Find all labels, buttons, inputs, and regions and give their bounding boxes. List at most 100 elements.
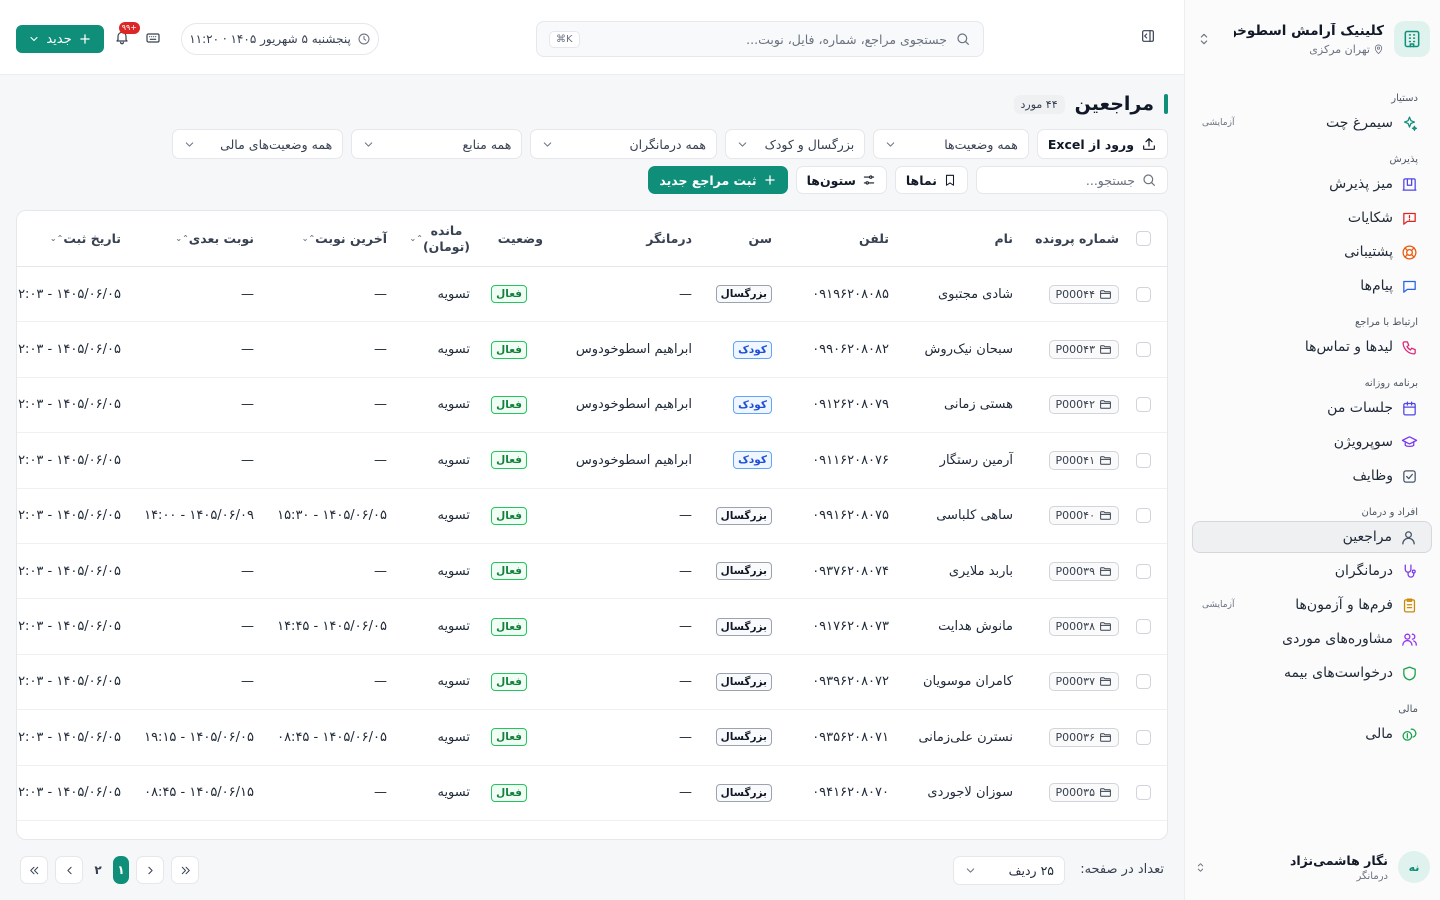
table-row[interactable]: P000۴۲ هستی زمانی ۰۹۱۲۶۲۰۸۰۷۹ کودک ابراهیم ا… <box>17 378 1167 434</box>
age-filter[interactable]: بزرگسال و کودک <box>725 129 866 159</box>
row-checkbox[interactable] <box>1136 729 1151 745</box>
sort-icon: ⌃⌄ <box>409 234 423 243</box>
page-1-button[interactable]: ۱ <box>113 856 129 884</box>
table-row[interactable]: P000۴۴ شادی مجتبوی ۰۹۱۹۶۲۰۸۰۸۵ بزرگسال — فعال… <box>17 267 1167 323</box>
import-excel-button[interactable]: ورود از Excel <box>1036 129 1168 159</box>
file-number-badge[interactable]: P000۳۸ <box>1048 617 1119 637</box>
sidebar-item-supervision[interactable]: سوپرویژن <box>1192 426 1432 458</box>
cell-name[interactable]: شادی مجتبوی <box>938 267 1013 321</box>
cell-name[interactable]: سبحان نیک‌روش <box>925 322 1013 376</box>
cell-age: بزرگسال <box>715 489 772 543</box>
row-checkbox[interactable] <box>1136 785 1151 801</box>
col-next-appointment[interactable]: نوبت بعدی ⌃⌄ <box>171 211 254 266</box>
status-filter[interactable]: همه وضعیت‌ها <box>873 129 1029 159</box>
global-search-input[interactable] <box>587 31 947 47</box>
cell-name[interactable]: کامران موسویان <box>923 655 1013 709</box>
cell-name[interactable]: هستی زمانی <box>944 378 1013 432</box>
row-checkbox[interactable] <box>1136 342 1151 358</box>
table-search[interactable] <box>976 166 1168 194</box>
user-menu[interactable]: نه نگار هاشمی‌نژاد درمانگر <box>1194 848 1430 886</box>
row-checkbox[interactable] <box>1136 619 1151 635</box>
file-number-badge[interactable]: P000۳۹ <box>1048 561 1119 581</box>
select-all-checkbox[interactable] <box>1136 231 1151 246</box>
sidebar-item-complaints[interactable]: شکایات <box>1192 202 1432 234</box>
cell-name[interactable]: نسترن علی‌زمانی <box>918 710 1013 764</box>
col-name[interactable]: نام <box>994 211 1013 266</box>
last-page-button[interactable] <box>20 856 48 884</box>
row-checkbox[interactable] <box>1136 452 1151 468</box>
table-row[interactable]: P000۳۶ نسترن علی‌زمانی ۰۹۳۵۶۲۰۸۰۷۱ بزرگسال —… <box>17 710 1167 766</box>
notifications-button[interactable]: ۹۹+ <box>114 22 140 45</box>
sidebar-item-finance[interactable]: مالی <box>1192 718 1432 750</box>
new-button[interactable]: جدید <box>16 25 104 53</box>
sidebar-item-case-consults[interactable]: مشاوره‌های موردی <box>1192 623 1432 655</box>
sidebar-item-therapists[interactable]: درمانگران <box>1192 555 1432 587</box>
file-number-badge[interactable]: P000۳۵ <box>1048 783 1119 803</box>
sidebar-item-label: فرم‌ها و آزمون‌ها <box>1295 597 1393 613</box>
next-page-button[interactable] <box>55 856 83 884</box>
sidebar-item-leads[interactable]: لیدها و تماس‌ها <box>1192 331 1432 363</box>
file-number-badge[interactable]: P000۴۳ <box>1048 340 1119 360</box>
therapist-filter[interactable]: همه درمانگران <box>530 129 718 159</box>
row-checkbox[interactable] <box>1136 286 1151 302</box>
views-button[interactable]: نماها <box>894 166 968 194</box>
clients-table: شماره پرونده نام تلفن سن درمانگر وضعیت م… <box>16 210 1168 840</box>
sidebar-item-clients[interactable]: مراجعین <box>1192 521 1432 553</box>
sidebar-item-my-sessions[interactable]: جلسات من <box>1192 392 1432 424</box>
keyboard-icon[interactable] <box>145 30 161 46</box>
cell-name[interactable]: سوزان لاجوردی <box>927 766 1013 820</box>
per-page-value: ۲۵ ردیف <box>1008 863 1054 878</box>
cell-name[interactable]: مانوش هدایت <box>938 599 1013 653</box>
sidebar-item-insurance[interactable]: درخواست‌های بیمه <box>1192 657 1432 689</box>
sidebar-item-support[interactable]: پشتیبانی <box>1192 236 1432 268</box>
row-checkbox[interactable] <box>1136 397 1151 413</box>
page-2-button[interactable]: ۲ <box>90 856 106 884</box>
file-number: P000۳۷ <box>1055 675 1095 689</box>
file-number: P000۴۱ <box>1055 453 1095 467</box>
cell-name[interactable]: آرمین رستگار <box>940 433 1013 487</box>
table-row[interactable]: P000۳۸ مانوش هدایت ۰۹۱۷۶۲۰۸۰۷۳ بزرگسال — فعال… <box>17 599 1167 655</box>
sidebar-item-forms[interactable]: فرم‌ها و آزمون‌ها آزمایشی <box>1192 589 1432 621</box>
sidebar-item-messages[interactable]: پیام‌ها <box>1192 270 1432 302</box>
file-number-badge[interactable]: P000۳۶ <box>1048 727 1119 747</box>
table-row[interactable]: P000۴۱ آرمین رستگار ۰۹۱۱۶۲۰۸۰۷۶ کودک ابراهیم… <box>17 433 1167 489</box>
table-row[interactable]: P000۳۵ سوزان لاجوردی ۰۹۴۱۶۲۰۸۰۷۰ بزرگسال — فع… <box>17 766 1167 821</box>
clinic-switcher[interactable]: کلینیک آرامش اسطوخو... تهران مرکزی <box>1194 20 1430 58</box>
source-filter[interactable]: همه منابع <box>351 129 523 159</box>
global-search[interactable]: ⌘K <box>536 21 984 57</box>
per-page-select[interactable]: ۲۵ ردیف <box>953 856 1065 885</box>
prev-page-button[interactable] <box>136 856 164 884</box>
col-file[interactable]: شماره پرونده <box>1035 211 1119 266</box>
financial-filter[interactable]: همه وضعیت‌های مالی <box>172 129 344 159</box>
col-last-appointment[interactable]: آخرین نوبت ⌃⌄ <box>298 211 387 266</box>
first-page-button[interactable] <box>171 856 199 884</box>
row-checkbox[interactable] <box>1136 674 1151 690</box>
col-phone[interactable]: تلفن <box>859 211 889 266</box>
col-registered[interactable]: تاریخ ثبت ⌃⌄ <box>46 211 121 266</box>
sidebar-toggle-icon[interactable] <box>1140 28 1156 44</box>
file-number-badge[interactable]: P000۴۰ <box>1048 506 1119 526</box>
sidebar-item-simorgh-chat[interactable]: سیمرغ چت آزمایشی <box>1192 107 1432 139</box>
col-balance[interactable]: مانده (تومان) ⌃⌄ <box>406 211 470 266</box>
cell-name[interactable]: ساهی کلباسی <box>936 489 1013 543</box>
file-number-badge[interactable]: P000۴۱ <box>1048 450 1119 470</box>
columns-button[interactable]: ستون‌ها <box>795 166 887 194</box>
file-number-badge[interactable]: P000۴۲ <box>1048 395 1119 415</box>
sidebar-item-tasks[interactable]: وظایف <box>1192 460 1432 492</box>
table-row[interactable]: P000۳۷ کامران موسویان ۰۹۳۹۶۲۰۸۰۷۲ بزرگسال — ف… <box>17 655 1167 711</box>
col-therapist[interactable]: درمانگر <box>646 211 692 266</box>
file-number-badge[interactable]: P000۴۴ <box>1048 284 1119 304</box>
col-status[interactable]: وضعیت <box>498 211 543 266</box>
cell-name[interactable]: باربد ملایری <box>949 544 1013 598</box>
table-row[interactable]: P000۴۰ ساهی کلباسی ۰۹۹۱۶۲۰۸۰۷۵ بزرگسال — فعال… <box>17 489 1167 544</box>
row-checkbox[interactable] <box>1136 508 1151 524</box>
file-number-badge[interactable]: P000۳۷ <box>1048 672 1119 692</box>
table-search-input[interactable] <box>979 172 1135 188</box>
sidebar-item-reception-desk[interactable]: میز پذیرش <box>1192 168 1432 200</box>
add-client-button[interactable]: ثبت مراجع جدید <box>648 166 788 194</box>
table-row[interactable]: P000۳۹ باربد ملایری ۰۹۳۷۶۲۰۸۰۷۴ بزرگسال — فعا… <box>17 544 1167 600</box>
col-age[interactable]: سن <box>748 211 772 266</box>
table-row[interactable]: P000۴۳ سبحان نیک‌روش ۰۹۹۰۶۲۰۸۰۸۲ کودک ابراهی… <box>17 322 1167 378</box>
cell-status: فعال <box>491 766 527 820</box>
row-checkbox[interactable] <box>1136 563 1151 579</box>
